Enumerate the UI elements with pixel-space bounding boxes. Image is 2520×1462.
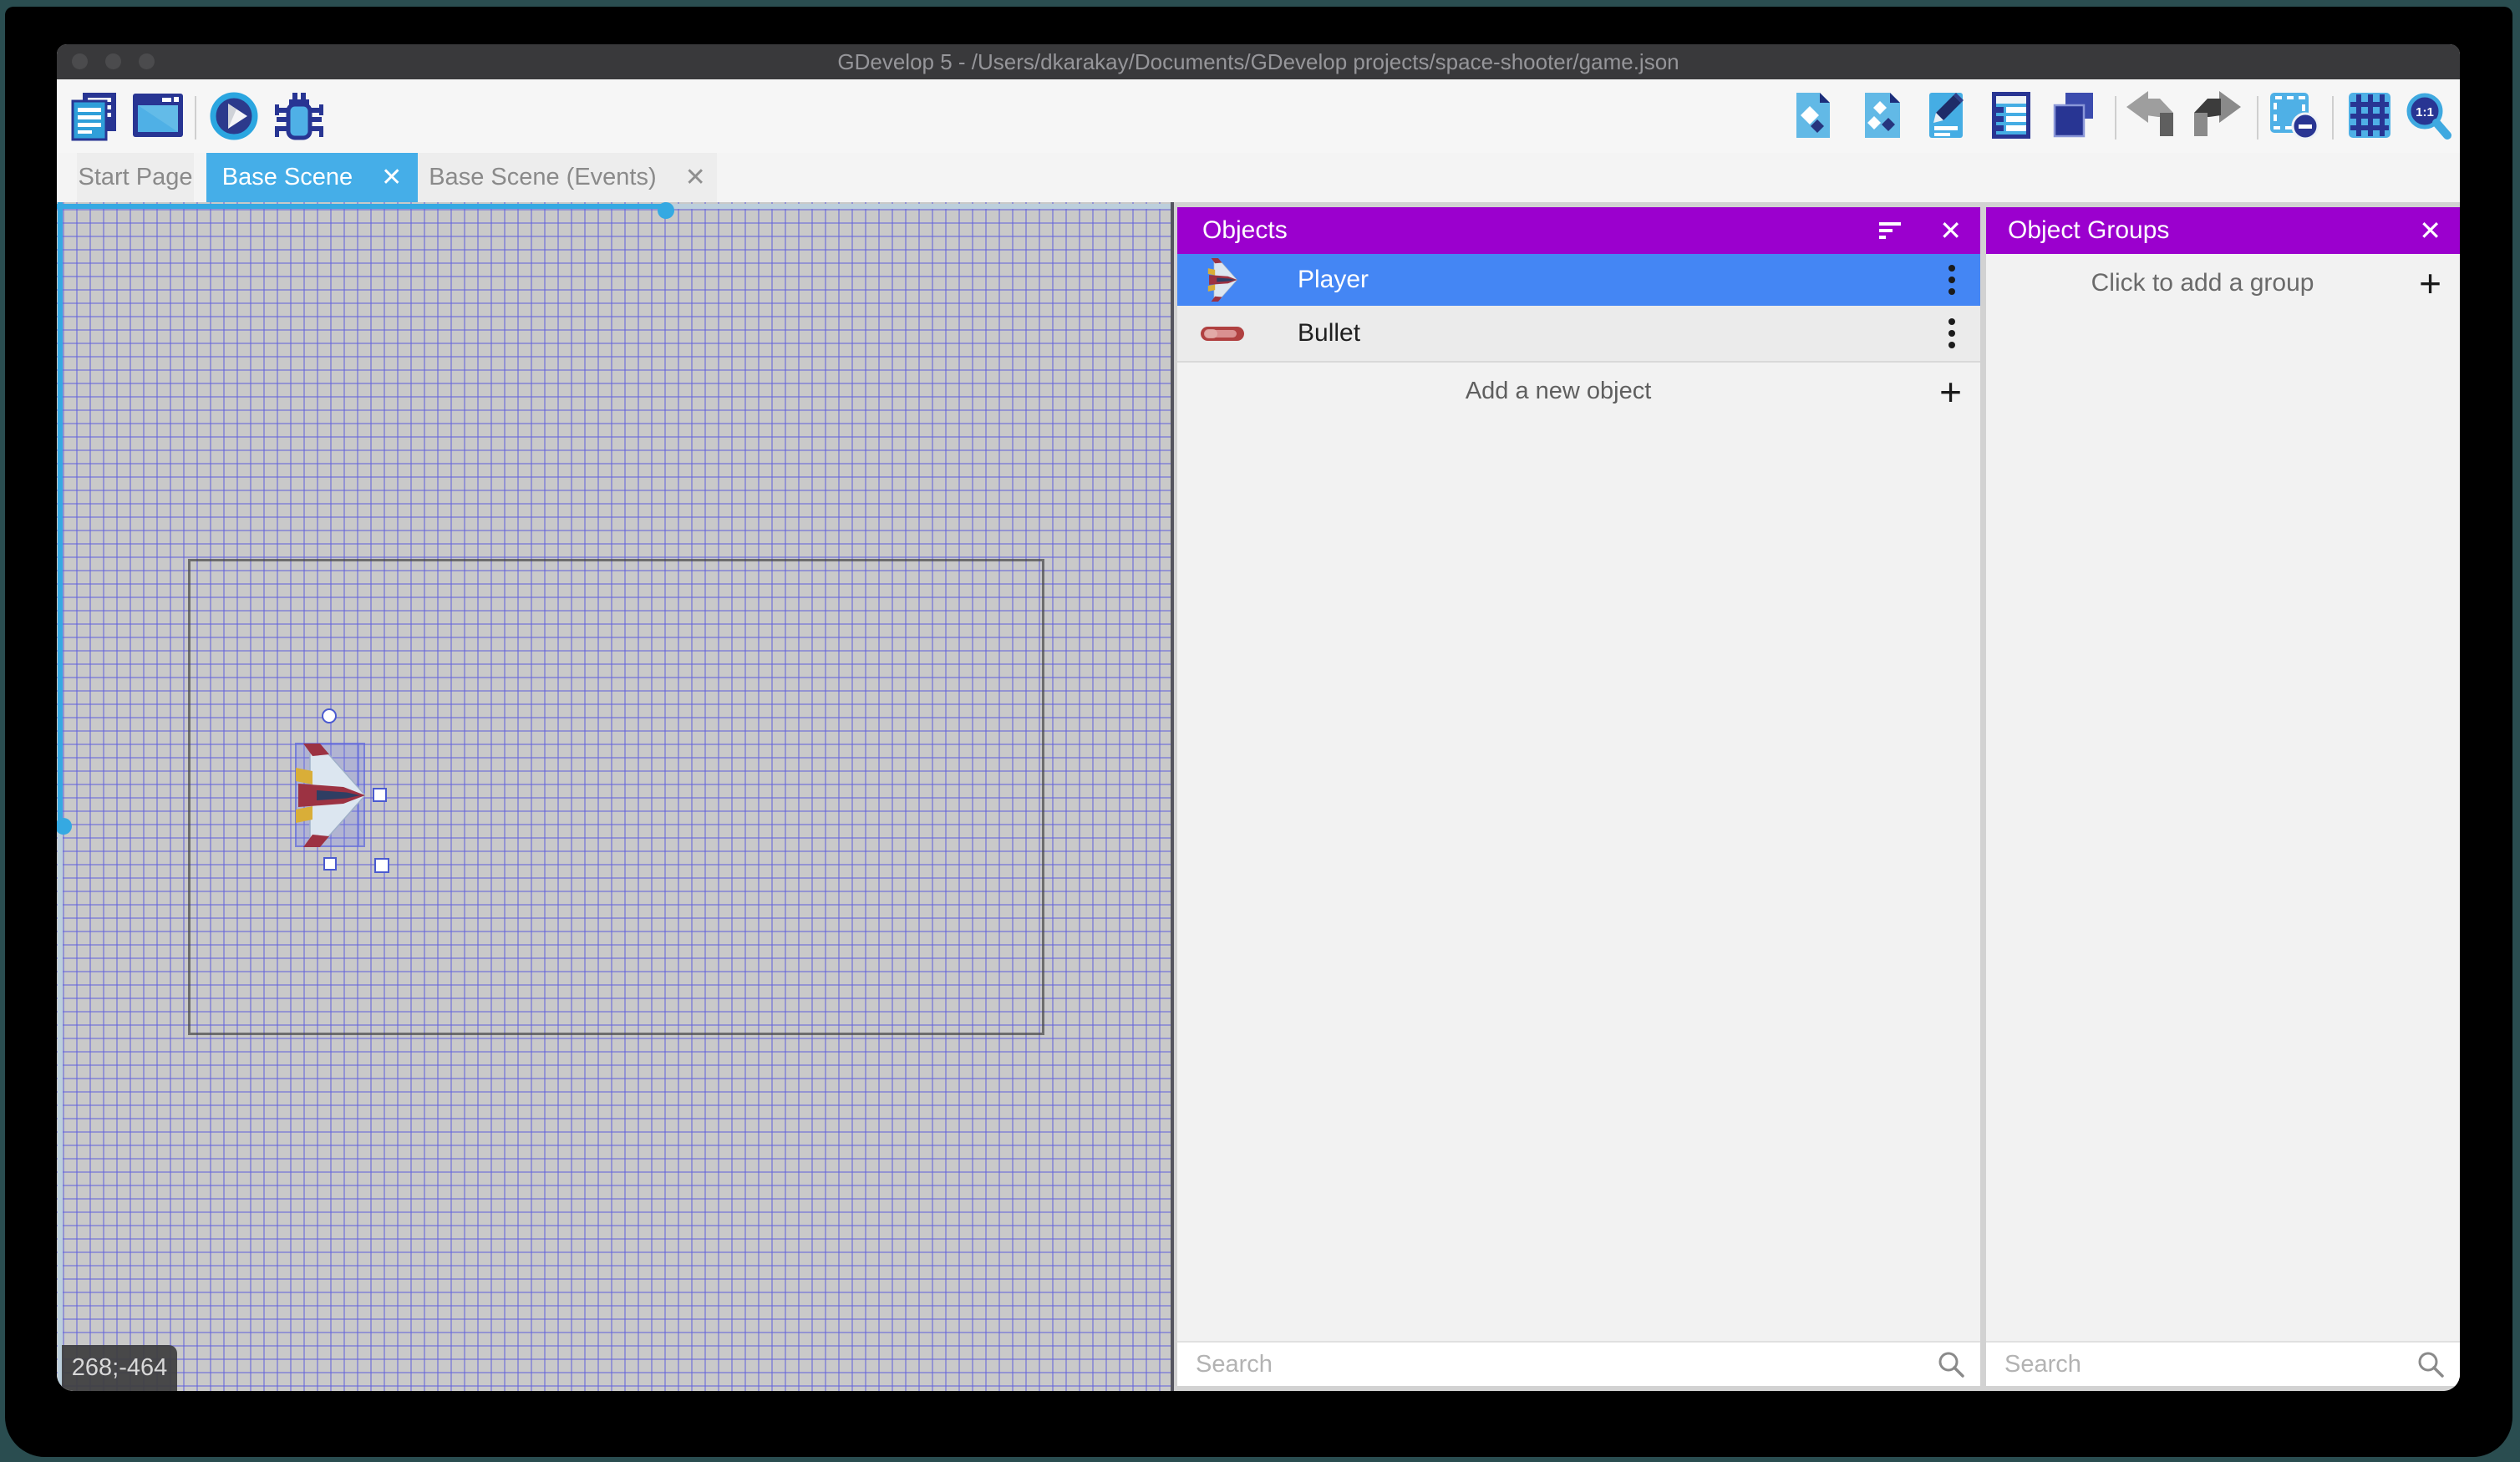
add-object-row[interactable]: Add a new object +	[1177, 363, 1980, 420]
toolbar-divider	[195, 96, 196, 140]
groups-search-input[interactable]	[1986, 1351, 2416, 1378]
play-icon[interactable]	[209, 91, 259, 145]
bullet-thumbnail	[1199, 327, 1246, 341]
objects-search-bar	[1177, 1341, 1980, 1386]
objects-search-input[interactable]	[1177, 1351, 1937, 1378]
scene-canvas[interactable]: 268;-464	[57, 202, 1174, 1391]
filter-icon[interactable]	[1877, 220, 1903, 241]
add-object-label: Add a new object	[1177, 378, 1939, 405]
player-instance[interactable]	[295, 744, 365, 847]
add-object-plus-icon[interactable]: +	[1939, 373, 1962, 411]
object-groups-panel-body	[1986, 312, 2460, 1341]
objects-panel-body	[1177, 420, 1980, 1341]
resize-handle-bottom-right[interactable]	[374, 858, 389, 873]
zoom-1-1-icon[interactable]: 1:1	[2404, 91, 2454, 145]
object-groups-editor-icon[interactable]	[1862, 91, 1903, 144]
undo-icon[interactable]	[2126, 91, 2175, 142]
toolbar-divider	[2115, 96, 2116, 140]
horizontal-scrollbar-thumb[interactable]	[658, 202, 674, 219]
add-group-label: Click to add a group	[1986, 269, 2419, 297]
layers-icon[interactable]	[2050, 91, 2096, 144]
search-icon[interactable]	[2416, 1350, 2445, 1378]
object-groups-panel-header: Object Groups ✕	[1986, 207, 2460, 254]
object-label: Player	[1298, 266, 1369, 294]
editor-content: 268;-464 Objects ✕ Player	[57, 202, 2460, 1391]
object-menu-icon[interactable]	[1935, 262, 1969, 297]
title-bar: GDevelop 5 - /Users/dkarakay/Documents/G…	[57, 44, 2460, 79]
resize-handle-right[interactable]	[373, 788, 387, 802]
search-icon[interactable]	[1937, 1350, 1965, 1378]
object-groups-panel-title: Object Groups	[2008, 216, 2169, 245]
resize-handle-bottom[interactable]	[323, 857, 337, 871]
rotate-handle[interactable]	[322, 708, 337, 723]
scene-editor-icon[interactable]	[132, 91, 184, 144]
render-window-mask-icon[interactable]	[2269, 91, 2320, 145]
add-group-plus-icon[interactable]: +	[2419, 264, 2441, 302]
object-row-player[interactable]: Player	[1177, 254, 1980, 306]
vertical-scrollbar[interactable]	[58, 202, 63, 825]
svg-text:1:1: 1:1	[2416, 105, 2434, 119]
window-title: GDevelop 5 - /Users/dkarakay/Documents/G…	[57, 44, 2460, 79]
toolbar-divider	[2332, 96, 2334, 140]
object-row-bullet[interactable]: Bullet	[1177, 306, 1980, 363]
tab-start-page[interactable]: Start Page	[77, 153, 194, 202]
properties-icon[interactable]	[1925, 91, 1967, 144]
editor-tab-bar: Start Page Base Scene ✕ Base Scene (Even…	[57, 153, 2460, 202]
toolbar-divider	[2257, 96, 2258, 140]
tab-label: Base Scene (Events)	[429, 164, 656, 191]
cursor-coordinates-badge: 268;-464	[62, 1345, 177, 1391]
project-manager-icon[interactable]	[69, 91, 119, 145]
close-tab-icon[interactable]: ✕	[685, 163, 706, 192]
debug-icon[interactable]	[270, 91, 323, 147]
objects-panel: Objects ✕ Player	[1177, 207, 1980, 1386]
gdevelop-window: GDevelop 5 - /Users/dkarakay/Documents/G…	[57, 44, 2460, 1391]
object-menu-icon[interactable]	[1935, 316, 1969, 351]
horizontal-scrollbar[interactable]	[57, 204, 667, 209]
tab-label: Start Page	[78, 164, 192, 191]
objects-panel-header: Objects ✕	[1177, 207, 1980, 254]
main-toolbar: 1:1	[57, 79, 2460, 153]
grid-icon[interactable]	[2347, 91, 2396, 144]
close-tab-icon[interactable]: ✕	[381, 163, 402, 192]
player-ship-thumbnail	[1199, 258, 1246, 302]
tab-label: Base Scene	[222, 164, 353, 191]
close-panel-icon[interactable]: ✕	[2419, 217, 2441, 244]
object-groups-panel: Object Groups ✕ Click to add a group +	[1986, 207, 2460, 1386]
instances-list-icon[interactable]	[1989, 91, 2033, 144]
tab-base-scene[interactable]: Base Scene ✕	[206, 153, 418, 202]
close-panel-icon[interactable]: ✕	[1939, 217, 1962, 244]
objects-editor-icon[interactable]	[1793, 91, 1833, 144]
object-label: Bullet	[1298, 319, 1360, 348]
tab-base-scene-events[interactable]: Base Scene (Events) ✕	[418, 153, 717, 202]
redo-icon[interactable]	[2192, 91, 2241, 142]
groups-search-bar	[1986, 1341, 2460, 1386]
vertical-scrollbar-thumb[interactable]	[57, 818, 72, 835]
objects-panel-title: Objects	[1202, 216, 1288, 245]
add-group-row[interactable]: Click to add a group +	[1986, 254, 2460, 312]
